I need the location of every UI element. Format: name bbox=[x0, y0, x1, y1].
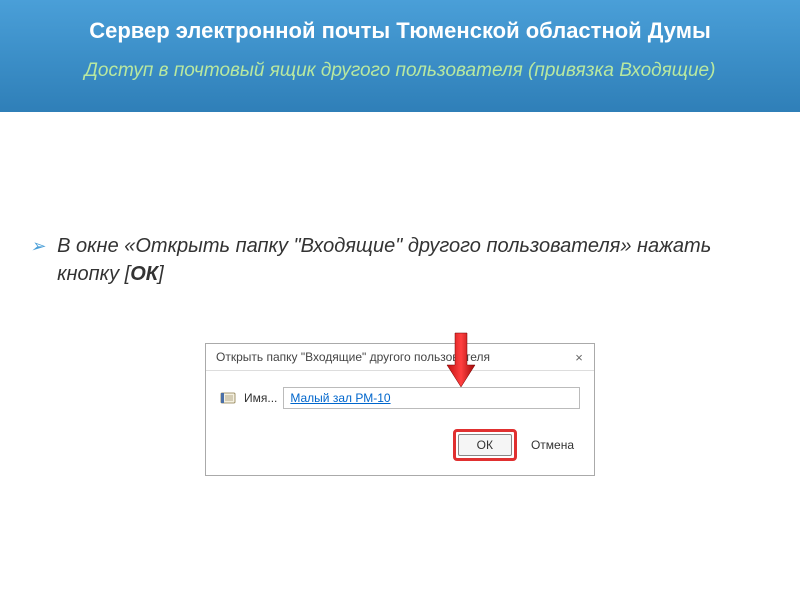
slide-content: ➢ В окне «Открыть папку "Входящие" друго… bbox=[0, 112, 800, 506]
name-input[interactable]: Малый зал РМ-10 bbox=[283, 387, 580, 409]
cancel-button[interactable]: Отмена bbox=[525, 435, 580, 455]
dialog-screenshot: Открыть папку "Входящие" другого пользов… bbox=[205, 343, 595, 476]
instruction-bullet: ➢ В окне «Открыть папку "Входящие" друго… bbox=[30, 232, 770, 288]
addressbook-icon[interactable] bbox=[220, 391, 238, 405]
bullet-arrow-icon: ➢ bbox=[30, 234, 45, 259]
down-arrow-icon bbox=[445, 331, 477, 389]
name-row: Имя... Малый зал РМ-10 bbox=[220, 387, 580, 409]
slide-header: Сервер электронной почты Тюменской облас… bbox=[0, 0, 800, 112]
open-inbox-dialog: Открыть папку "Входящие" другого пользов… bbox=[205, 343, 595, 476]
ok-button[interactable]: ОК bbox=[458, 434, 512, 456]
close-icon[interactable]: × bbox=[572, 350, 586, 364]
ok-highlight-box: ОК bbox=[453, 429, 517, 461]
slide-subtitle: Доступ в почтовый ящик другого пользоват… bbox=[20, 60, 780, 82]
dialog-button-row: ОК Отмена bbox=[220, 429, 580, 461]
instruction-text: В окне «Открыть папку "Входящие" другого… bbox=[57, 232, 770, 288]
dialog-title-bar: Открыть папку "Входящие" другого пользов… bbox=[206, 344, 594, 371]
slide-title: Сервер электронной почты Тюменской облас… bbox=[20, 18, 780, 44]
name-label[interactable]: Имя... bbox=[244, 391, 277, 405]
dialog-body: Имя... Малый зал РМ-10 ОК Отмена bbox=[206, 371, 594, 475]
